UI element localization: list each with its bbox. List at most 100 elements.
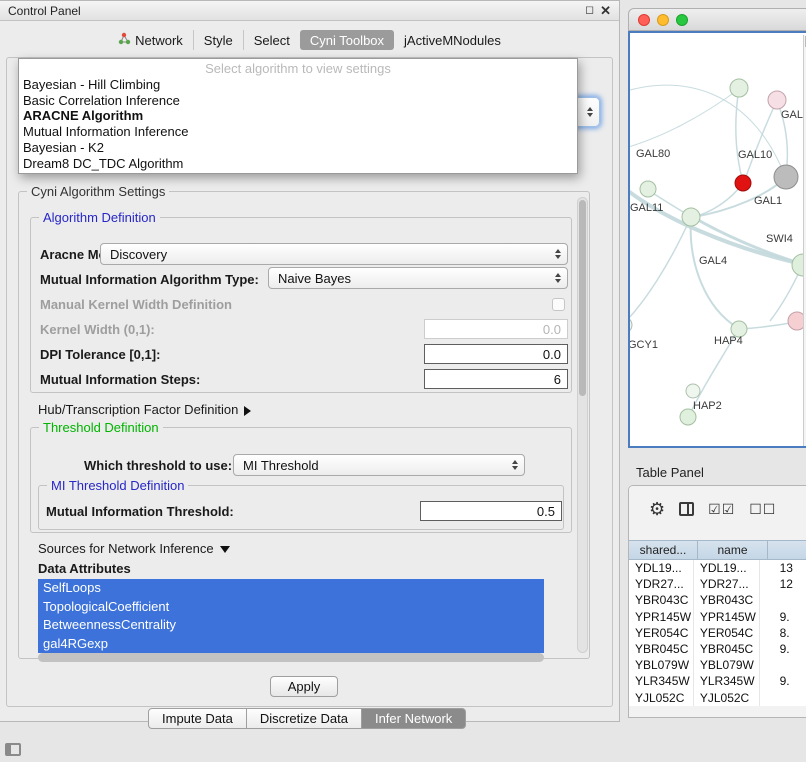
network-edge[interactable] <box>691 218 738 328</box>
aracne-mode-select[interactable]: Discovery <box>100 243 568 265</box>
table-cell: 13 <box>760 560 806 576</box>
table-cell: 9. <box>760 609 806 625</box>
table-row[interactable]: YDL19...YDL19...13 <box>629 560 806 576</box>
close-panel-icon[interactable]: ✕ <box>600 4 611 17</box>
sources-section-toggle[interactable]: Sources for Network Inference <box>38 541 230 556</box>
mi-steps-field[interactable]: 6 <box>424 369 568 389</box>
manual-kernel-checkbox[interactable] <box>552 298 565 311</box>
network-node[interactable] <box>768 91 786 109</box>
tab-select[interactable]: Select <box>243 30 300 50</box>
network-node[interactable] <box>686 384 700 398</box>
bottom-tab-discretize-data[interactable]: Discretize Data <box>247 708 362 729</box>
table-row[interactable]: YDR27...YDR27...12 <box>629 576 806 592</box>
table-cell: 12 <box>760 576 806 592</box>
network-icon <box>118 32 131 48</box>
network-node[interactable] <box>640 181 656 197</box>
network-edge[interactable] <box>736 88 743 183</box>
threshold-definition-legend: Threshold Definition <box>39 420 163 435</box>
mi-type-select[interactable]: Naive Bayes <box>268 267 568 289</box>
settings-gear-icon[interactable]: ⚙ <box>649 500 665 518</box>
network-edge[interactable] <box>740 322 796 329</box>
which-threshold-value: MI Threshold <box>243 458 319 473</box>
mi-threshold-field[interactable]: 0.5 <box>420 501 562 521</box>
attribute-list-item[interactable]: BetweennessCentrality <box>38 616 544 635</box>
table-cell: YBR045C <box>629 641 694 657</box>
network-node[interactable] <box>735 175 751 191</box>
table-row[interactable]: YER054CYER054C8. <box>629 625 806 641</box>
table-cell: 8. <box>760 625 806 641</box>
algorithm-option[interactable]: Basic Correlation Inference <box>19 93 577 109</box>
settings-scrollbar[interactable] <box>577 197 588 653</box>
table-cell: YBL079W <box>629 657 694 673</box>
collapsed-arrow-icon <box>244 406 251 416</box>
network-edge[interactable] <box>630 89 739 148</box>
algorithm-option[interactable]: Bayesian - K2 <box>19 140 577 156</box>
select-all-rows-icon[interactable]: ☑☑ <box>708 502 735 516</box>
table-panel-title: Table Panel <box>636 465 704 480</box>
network-edge[interactable] <box>630 85 785 176</box>
table-row[interactable]: YPR145WYPR145W9. <box>629 609 806 625</box>
cyni-bottom-tabs: Impute DataDiscretize DataInfer Network <box>148 708 466 729</box>
which-threshold-select[interactable]: MI Threshold <box>233 454 525 476</box>
tab-style[interactable]: Style <box>193 30 243 50</box>
apply-button[interactable]: Apply <box>270 676 338 697</box>
algorithm-option[interactable]: Bayesian - Hill Climbing <box>19 77 577 93</box>
tab-label: Select <box>254 33 290 48</box>
float-panel-icon[interactable]: ◻ <box>585 5 594 16</box>
column-header[interactable]: shared... <box>629 540 698 560</box>
node-label: GCY1 <box>630 339 658 351</box>
column-header[interactable] <box>768 540 806 560</box>
table-header-row: shared...name <box>629 540 806 560</box>
table-row[interactable]: YBL079WYBL079W <box>629 657 806 673</box>
table-row[interactable]: YJL052CYJL052C <box>629 690 806 706</box>
minimize-window-icon[interactable] <box>657 14 669 26</box>
table-cell: YBR043C <box>629 592 694 608</box>
expanded-arrow-icon <box>220 546 230 553</box>
network-node[interactable] <box>730 79 748 97</box>
close-window-icon[interactable] <box>638 14 650 26</box>
table-cell <box>760 657 806 673</box>
algorithm-option[interactable]: ARACNE Algorithm <box>19 108 577 124</box>
algorithm-option[interactable]: Mutual Information Inference <box>19 124 577 140</box>
attribute-list-item[interactable]: SelfLoops <box>38 579 544 598</box>
tab-label: Cyni Toolbox <box>310 33 384 48</box>
dpi-tolerance-field[interactable]: 0.0 <box>424 344 568 364</box>
hub-section-toggle[interactable]: Hub/Transcription Factor Definition <box>38 402 251 417</box>
algorithm-options: Bayesian - Hill ClimbingBasic Correlatio… <box>19 77 577 172</box>
network-node[interactable] <box>682 208 700 226</box>
table-row[interactable]: YBR045CYBR045C9. <box>629 641 806 657</box>
bottom-tab-infer-network[interactable]: Infer Network <box>362 708 466 729</box>
network-node[interactable] <box>630 317 632 333</box>
table-cell: YER054C <box>629 625 694 641</box>
table-cell: YJL052C <box>629 690 694 706</box>
tab-cyni-toolbox[interactable]: Cyni Toolbox <box>300 30 394 50</box>
mi-type-value: Naive Bayes <box>278 271 351 286</box>
network-node[interactable] <box>774 165 798 189</box>
table-cell: YBR043C <box>694 592 760 608</box>
kernel-width-field[interactable]: 0.0 <box>424 319 568 339</box>
bottom-tab-impute-data[interactable]: Impute Data <box>148 708 247 729</box>
node-label: GAL11 <box>630 202 663 214</box>
attribute-list-item[interactable]: TopologicalCoefficient <box>38 598 544 617</box>
network-canvas[interactable]: GALGAL80GAL10GAL11GAL1SWI4GAL4GCY1HAP4HA… <box>628 31 806 448</box>
tab-label: Style <box>204 33 233 48</box>
network-edge[interactable] <box>744 100 777 182</box>
data-attributes-list: SelfLoopsTopologicalCoefficientBetweenne… <box>38 579 544 653</box>
table-row[interactable]: YLR345WYLR345W9. <box>629 673 806 689</box>
table-row[interactable]: YBR043CYBR043C <box>629 592 806 608</box>
attribute-list-item[interactable]: gal4RGexp <box>38 635 544 654</box>
table-toolbar: ⚙ ☑☑ ☐☐ <box>629 486 806 532</box>
deselect-all-rows-icon[interactable]: ☐☐ <box>749 502 776 516</box>
network-window-titlebar[interactable] <box>628 8 806 31</box>
tab-network[interactable]: Network <box>108 30 193 50</box>
algorithm-option[interactable]: Dream8 DC_TDC Algorithm <box>19 156 577 172</box>
attributes-hscrollbar[interactable] <box>38 653 544 662</box>
table-cell: YDR27... <box>629 576 694 592</box>
network-edge[interactable] <box>630 219 690 325</box>
zoom-window-icon[interactable] <box>676 14 688 26</box>
dock-panel-icon[interactable] <box>5 743 21 756</box>
show-columns-icon[interactable] <box>679 502 694 516</box>
tab-jactivemnodules[interactable]: jActiveMNodules <box>394 30 511 50</box>
settings-scrollbar-thumb[interactable] <box>579 200 586 396</box>
column-header[interactable]: name <box>698 540 768 560</box>
